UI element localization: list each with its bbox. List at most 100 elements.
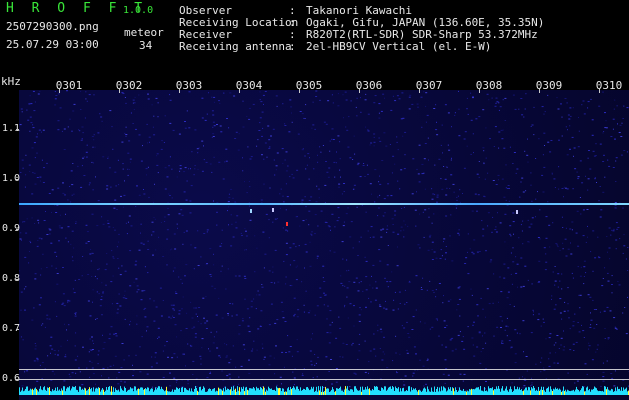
noise-speck bbox=[340, 176, 341, 178]
noise-speck bbox=[279, 376, 282, 378]
noise-speck bbox=[561, 318, 563, 320]
level-bar bbox=[244, 391, 245, 395]
noise-speck bbox=[151, 221, 154, 223]
noise-speck bbox=[615, 239, 618, 241]
level-bar bbox=[41, 389, 42, 395]
level-bar bbox=[215, 391, 216, 395]
noise-speck bbox=[507, 188, 509, 189]
noise-speck bbox=[41, 159, 43, 161]
level-bar bbox=[267, 390, 268, 395]
noise-speck bbox=[564, 98, 567, 99]
noise-speck bbox=[32, 124, 34, 126]
level-bar bbox=[205, 391, 206, 395]
noise-speck bbox=[96, 278, 98, 280]
noise-speck bbox=[337, 135, 340, 137]
level-bar bbox=[272, 390, 273, 395]
level-bar bbox=[468, 391, 469, 395]
level-bar bbox=[524, 389, 525, 395]
y-tick-mark bbox=[16, 329, 19, 330]
meteor-echo-mark bbox=[250, 209, 252, 213]
noise-speck bbox=[500, 327, 502, 328]
level-bar bbox=[473, 389, 474, 395]
noise-speck bbox=[373, 102, 376, 104]
noise-speck bbox=[492, 216, 494, 218]
noise-speck bbox=[301, 281, 303, 283]
level-bar bbox=[36, 389, 37, 395]
level-bar bbox=[590, 391, 591, 395]
noise-speck bbox=[205, 328, 208, 329]
noise-speck bbox=[585, 175, 586, 177]
noise-speck bbox=[124, 97, 126, 98]
noise-speck bbox=[539, 238, 541, 240]
noise-speck bbox=[133, 109, 135, 110]
noise-speck bbox=[78, 279, 81, 280]
noise-speck bbox=[403, 220, 405, 222]
noise-speck bbox=[456, 309, 458, 311]
noise-speck bbox=[594, 257, 597, 259]
noise-speck bbox=[576, 380, 579, 382]
noise-speck bbox=[383, 132, 386, 134]
level-bar bbox=[87, 390, 88, 395]
noise-speck bbox=[501, 178, 504, 180]
noise-speck bbox=[114, 171, 117, 173]
noise-speck bbox=[295, 266, 297, 268]
noise-speck bbox=[359, 176, 362, 178]
level-bar bbox=[81, 389, 82, 395]
noise-speck bbox=[356, 206, 358, 208]
noise-speck bbox=[221, 265, 223, 267]
noise-speck bbox=[37, 133, 38, 135]
noise-speck bbox=[435, 129, 438, 131]
noise-speck bbox=[360, 309, 362, 311]
level-bar bbox=[517, 386, 518, 395]
noise-speck bbox=[530, 172, 532, 174]
noise-speck bbox=[50, 336, 53, 338]
noise-speck bbox=[408, 281, 411, 283]
noise-speck bbox=[51, 348, 54, 350]
level-bar bbox=[573, 389, 574, 395]
noise-speck bbox=[91, 361, 93, 363]
noise-speck bbox=[43, 220, 46, 221]
level-bar bbox=[108, 387, 109, 395]
noise-speck bbox=[102, 292, 104, 294]
noise-speck bbox=[509, 146, 511, 148]
noise-speck bbox=[257, 139, 259, 141]
level-bar bbox=[174, 389, 175, 395]
noise-speck bbox=[172, 317, 175, 318]
noise-speck bbox=[274, 373, 276, 375]
noise-speck bbox=[337, 93, 339, 95]
noise-speck bbox=[197, 316, 198, 317]
noise-speck bbox=[353, 325, 355, 327]
noise-speck bbox=[335, 337, 338, 339]
level-bar bbox=[507, 390, 508, 395]
noise-speck bbox=[136, 315, 138, 317]
level-bar bbox=[564, 391, 565, 395]
noise-speck bbox=[444, 382, 446, 384]
noise-speck bbox=[470, 92, 472, 94]
level-bar bbox=[556, 389, 557, 395]
noise-speck bbox=[327, 305, 329, 307]
noise-speck bbox=[191, 317, 194, 319]
noise-speck bbox=[270, 303, 273, 305]
level-bar bbox=[512, 392, 513, 395]
noise-speck bbox=[127, 174, 129, 176]
noise-speck bbox=[74, 345, 76, 347]
noise-speck bbox=[303, 304, 305, 306]
noise-speck bbox=[82, 157, 84, 159]
noise-speck bbox=[568, 118, 571, 120]
noise-speck bbox=[282, 317, 285, 319]
level-bar bbox=[316, 386, 317, 395]
level-bar bbox=[256, 386, 257, 395]
noise-speck bbox=[364, 371, 367, 373]
level-bar bbox=[134, 386, 135, 395]
noise-speck bbox=[391, 172, 393, 174]
noise-speck bbox=[59, 107, 62, 109]
noise-speck bbox=[378, 249, 381, 251]
noise-speck bbox=[497, 212, 498, 214]
noise-speck bbox=[587, 225, 588, 227]
noise-speck bbox=[88, 351, 90, 353]
noise-speck bbox=[598, 257, 601, 259]
noise-speck bbox=[219, 356, 221, 358]
noise-speck bbox=[304, 267, 305, 269]
noise-speck bbox=[472, 96, 474, 98]
noise-speck bbox=[253, 298, 255, 300]
